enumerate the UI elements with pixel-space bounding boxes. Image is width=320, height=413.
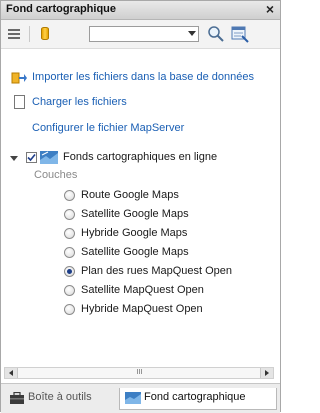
layer-checkbox[interactable] <box>26 152 37 163</box>
tab-label: Fond cartographique <box>144 391 246 403</box>
radio-button[interactable] <box>64 285 75 296</box>
scroll-right-button[interactable] <box>260 368 273 378</box>
radio-button[interactable] <box>64 247 75 258</box>
import-link[interactable]: Importer les fichiers dans la base de do… <box>32 71 254 83</box>
zoom-icon[interactable] <box>207 25 225 43</box>
menu-icon[interactable] <box>8 29 20 39</box>
layer-option-label: Route Google Maps <box>81 189 179 201</box>
map-layers-icon <box>125 392 141 404</box>
layers-section-label: Couches <box>34 169 78 181</box>
radio-button[interactable] <box>64 209 75 220</box>
properties-icon[interactable] <box>231 25 249 43</box>
layer-option-label: Satellite Google Maps <box>81 246 189 258</box>
tab-toolbox[interactable]: Boîte à outils <box>4 388 116 410</box>
toolbox-icon <box>10 392 24 404</box>
collapse-icon[interactable] <box>10 156 18 161</box>
database-icon[interactable] <box>41 27 49 40</box>
document-icon <box>14 95 25 109</box>
layer-option-label: Satellite MapQuest Open <box>81 284 204 296</box>
toolbar-separator <box>29 26 30 42</box>
scroll-thumb[interactable]: III <box>18 368 261 378</box>
online-basemaps-node[interactable]: Fonds cartographiques en ligne <box>63 151 217 163</box>
basemap-panel: Fond cartographique × Importer les fichi… <box>0 0 281 413</box>
scroll-left-button[interactable] <box>5 368 18 378</box>
tab-basemap[interactable]: Fond cartographique <box>119 388 277 410</box>
radio-button-selected[interactable] <box>64 266 75 277</box>
horizontal-scrollbar[interactable]: III <box>4 367 274 379</box>
configure-mapserver-link[interactable]: Configurer le fichier MapServer <box>32 122 184 134</box>
bottom-tab-bar: Boîte à outils Fond cartographique <box>1 383 280 413</box>
arrow-left-icon <box>9 370 13 376</box>
import-icon[interactable] <box>11 70 27 84</box>
radio-button[interactable] <box>64 190 75 201</box>
layer-option-label: Plan des rues MapQuest Open <box>81 265 233 277</box>
load-files-link[interactable]: Charger les fichiers <box>32 96 127 108</box>
radio-button[interactable] <box>64 228 75 239</box>
layer-option-label: Hybride MapQuest Open <box>81 303 203 315</box>
basemap-combo[interactable] <box>89 26 199 42</box>
map-layers-icon <box>40 151 58 164</box>
layer-option-label: Satellite Google Maps <box>81 208 189 220</box>
tab-label: Boîte à outils <box>28 391 92 403</box>
chevron-down-icon[interactable] <box>188 31 196 36</box>
panel-titlebar: Fond cartographique × <box>1 1 280 20</box>
arrow-right-icon <box>265 370 269 376</box>
toolbar <box>1 20 280 49</box>
layer-option-label: Hybride Google Maps <box>81 227 188 239</box>
radio-button[interactable] <box>64 304 75 315</box>
panel-title: Fond cartographique <box>6 3 116 15</box>
close-icon[interactable]: × <box>266 1 274 17</box>
